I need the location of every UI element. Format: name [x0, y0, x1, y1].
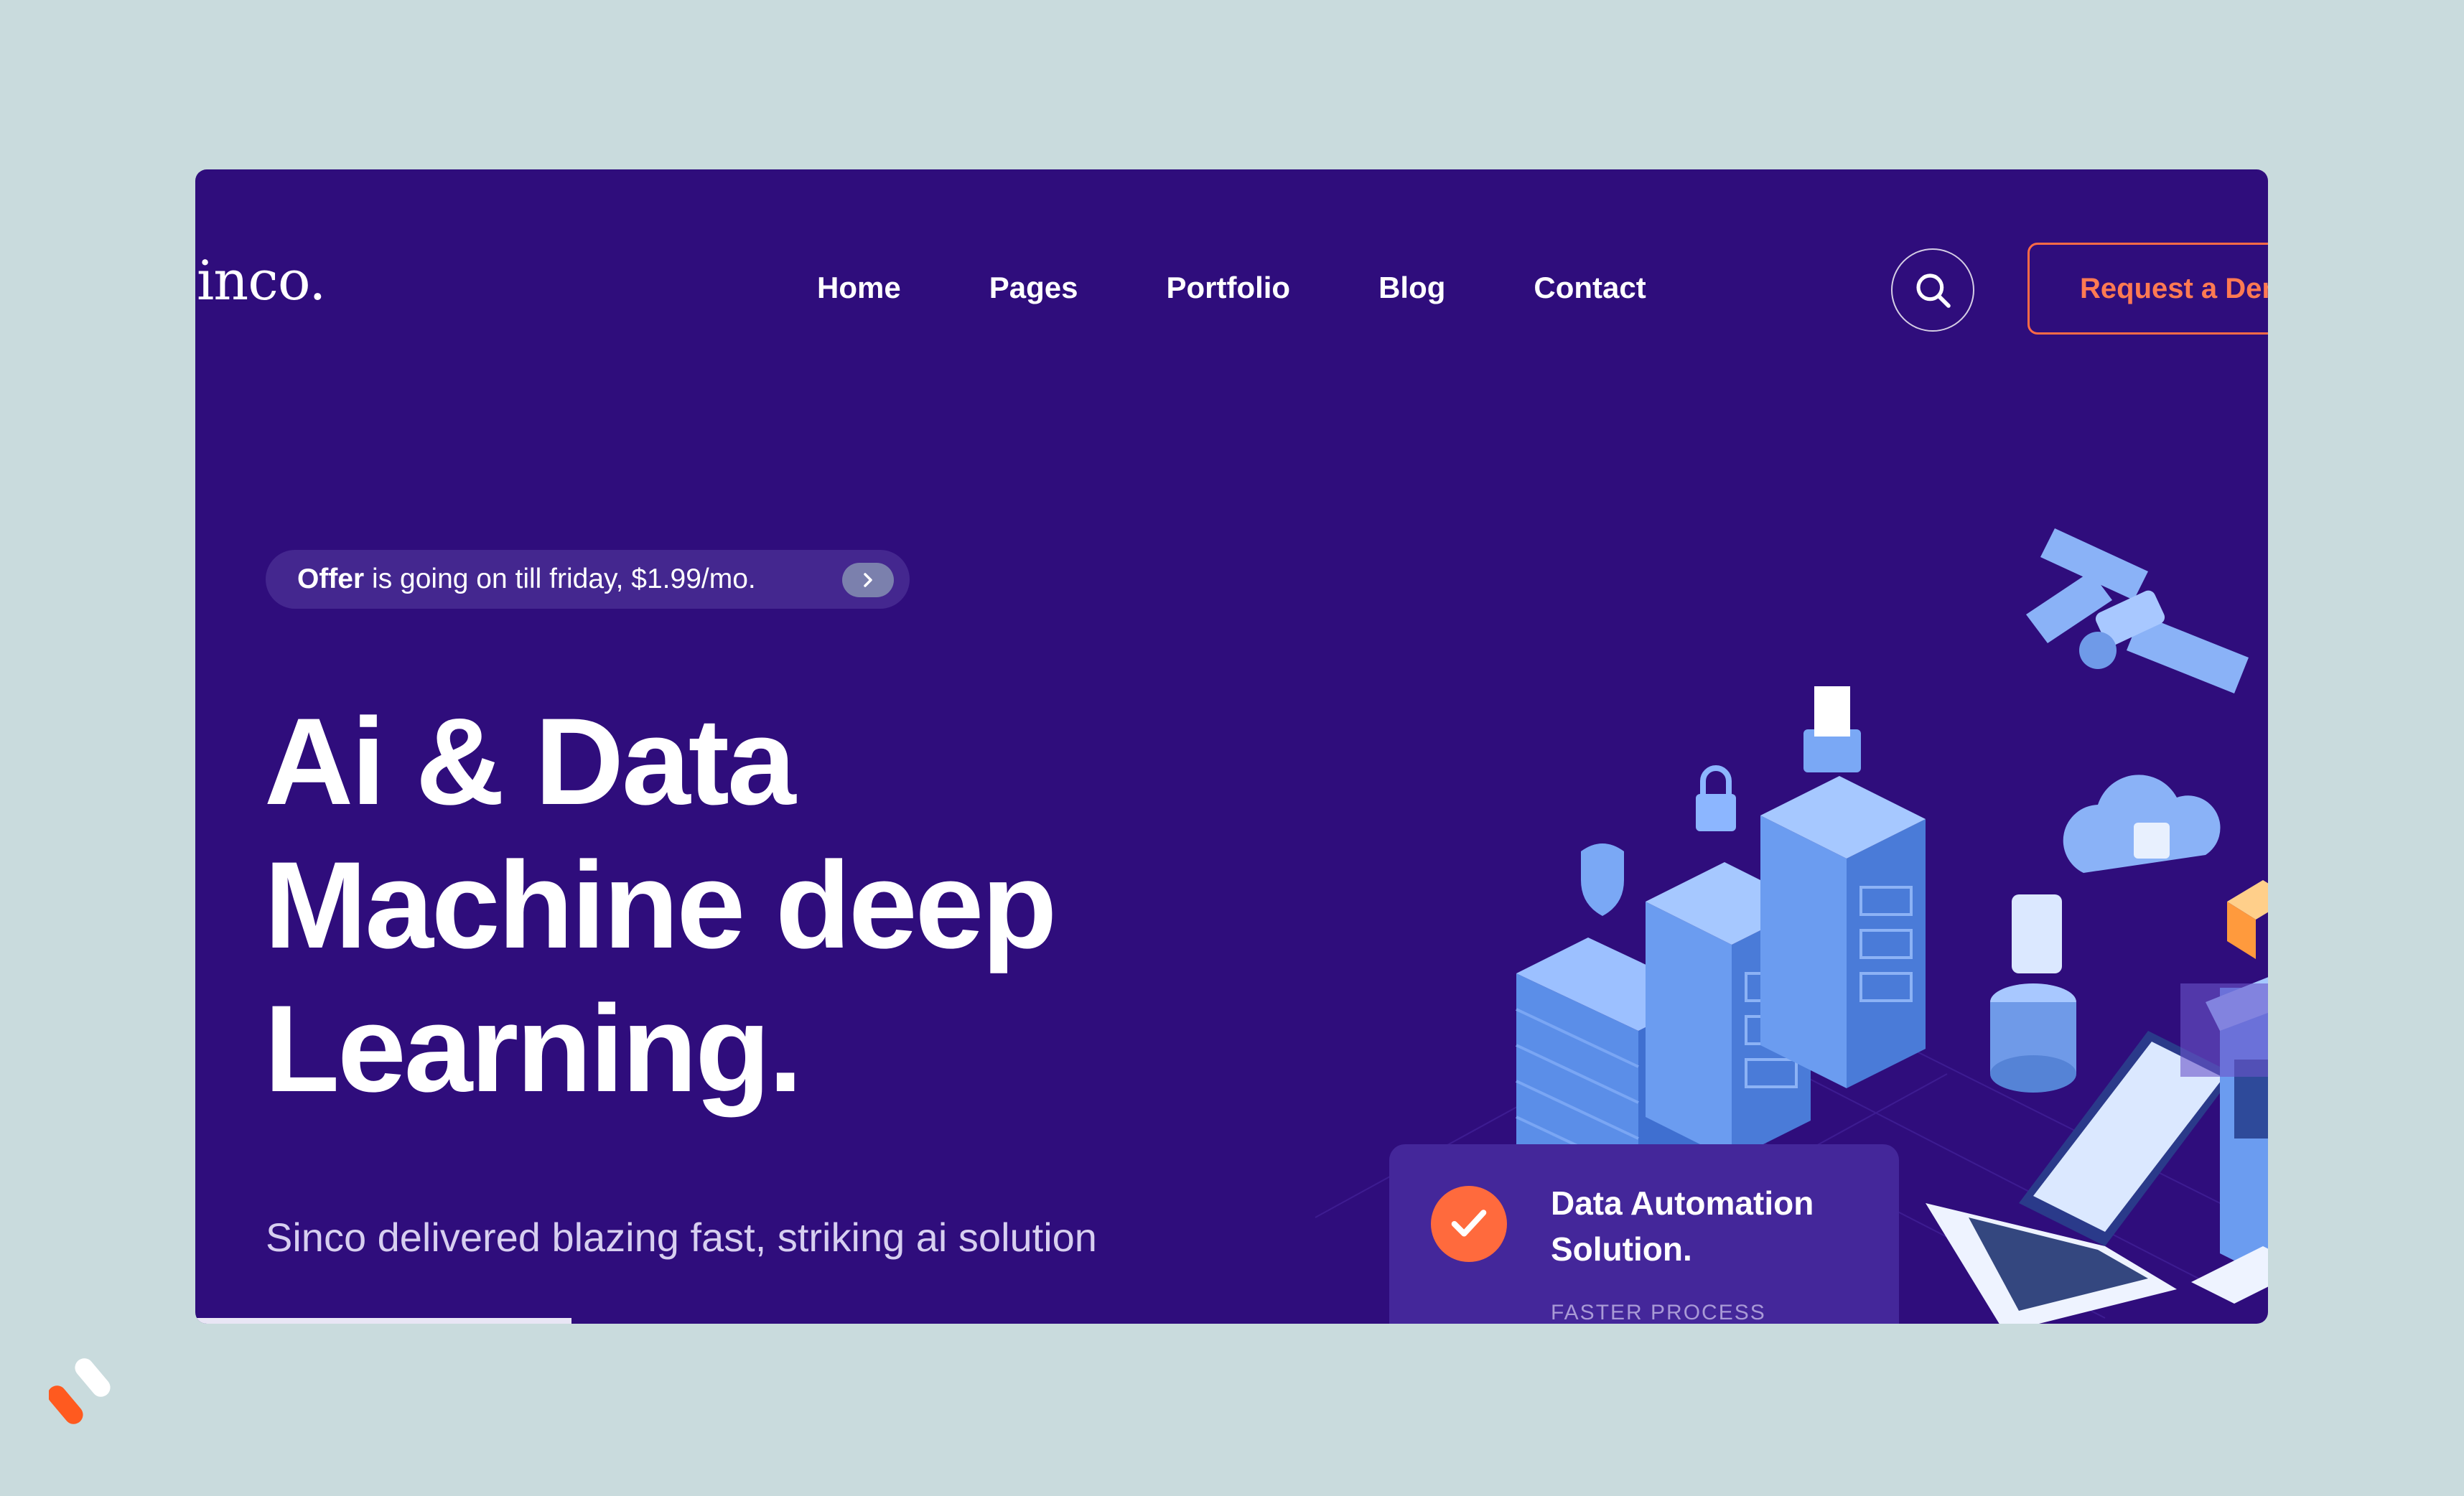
check-icon	[1451, 1210, 1487, 1237]
card-title: Data Automation Solution.	[1551, 1184, 1814, 1268]
shield-icon	[1581, 843, 1624, 916]
check-badge	[1431, 1186, 1507, 1262]
nav-blog[interactable]: Blog	[1378, 270, 1445, 306]
hero-title-line-2: Machine deep	[264, 836, 1057, 974]
feature-card[interactable]: Data Automation Solution. FASTER PROCESS	[1389, 1144, 1899, 1324]
scroll-indicator	[195, 1318, 571, 1324]
server-rack-3	[1760, 776, 1926, 1088]
offer-text: is going on till friday, $1.99/mo.	[364, 564, 756, 594]
brand-logo[interactable]: inco.	[197, 248, 326, 312]
offer-strong: Offer	[297, 564, 365, 594]
lock-icon	[1696, 794, 1736, 831]
request-demo-button[interactable]: Request a Demo	[2027, 243, 2268, 335]
offer-banner[interactable]: Offer is going on till friday, $1.99/mo.	[266, 550, 910, 609]
chevron-right-icon	[864, 573, 872, 587]
hero-title: Ai & Data Machine deep Learning.	[264, 690, 1269, 1121]
card-subtitle: FASTER PROCESS	[1551, 1301, 1766, 1324]
nav-contact[interactable]: Contact	[1534, 270, 1646, 306]
search-button[interactable]	[1891, 248, 1974, 332]
nav-pages[interactable]: Pages	[989, 270, 1078, 306]
nav-portfolio[interactable]: Portfolio	[1166, 270, 1290, 306]
hero-subtitle: Sinco delivered blazing fast, striking a…	[266, 1215, 1097, 1260]
hero-title-line-3: Learning.	[264, 980, 803, 1118]
nav-home[interactable]: Home	[817, 270, 901, 306]
offer-arrow-button[interactable]	[842, 563, 894, 597]
brand-mark-icon	[49, 1358, 111, 1424]
hero-section: inco. Home Pages Portfolio Blog Contact …	[195, 169, 2268, 1324]
main-nav: Home Pages Portfolio Blog Contact	[817, 270, 1735, 306]
search-icon	[1916, 274, 1951, 308]
satellite-icon	[2026, 528, 2249, 693]
hero-title-line-1: Ai & Data	[264, 693, 796, 831]
